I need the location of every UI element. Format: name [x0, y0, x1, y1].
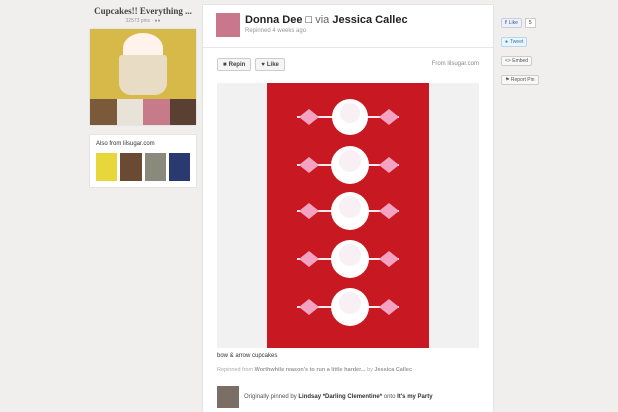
twitter-icon: ●: [505, 39, 509, 45]
pinner-line: Donna Dee □ via Jessica Callec: [245, 14, 408, 26]
pinner-name[interactable]: Donna Dee □: [245, 14, 312, 26]
repinned-from-user[interactable]: Jessica Callec: [374, 367, 412, 373]
also-from-thumbnails: [96, 153, 190, 181]
pin-icon: ■: [223, 61, 227, 68]
board-thumbnail[interactable]: [90, 99, 117, 125]
embed-button[interactable]: <> Embed: [501, 56, 533, 66]
pin-caption: bow & arrow cupcakes: [217, 353, 278, 359]
like-count: 5: [524, 18, 536, 28]
cupcake-arrow: [297, 240, 399, 278]
originally-pinned-text: Originally pinned by Lindsay *Darling Cl…: [244, 394, 433, 400]
board-title[interactable]: Cupcakes!! Everything ...: [90, 6, 196, 16]
embed-row: <> Embed: [501, 56, 539, 66]
via-label: via: [315, 14, 330, 26]
also-thumbnail[interactable]: [144, 153, 166, 181]
original-board-name[interactable]: It's my Party: [397, 394, 432, 400]
cupcake-arrow: [297, 146, 399, 184]
social-actions: f Like 5 ● Tweet <> Embed ⚑ Report Pin: [501, 18, 539, 94]
flag-icon: ⚑: [505, 77, 510, 83]
user-group-icon: ●●: [154, 18, 161, 24]
cupcake-arrows-illustration: [297, 99, 399, 326]
heart-icon: ♥: [261, 61, 265, 68]
board-thumbnails: [90, 99, 196, 125]
repinned-from: Repinned from Worthwhile reason's to run…: [217, 367, 413, 373]
pin-photo: [267, 83, 429, 348]
board-meta: 32573 pins · ●●: [125, 18, 161, 24]
cupcake-arrow: [297, 288, 399, 326]
originally-pinned: Originally pinned by Lindsay *Darling Cl…: [217, 386, 433, 408]
board-thumbnail[interactable]: [116, 99, 143, 125]
pin-header: Donna Dee □ via Jessica Callec Repinned …: [203, 5, 493, 48]
also-thumbnail[interactable]: [168, 153, 190, 181]
facebook-like-button[interactable]: f Like: [501, 18, 522, 28]
pin-actions: ■ Repin ♥ Like: [217, 58, 285, 71]
report-pin-button[interactable]: ⚑ Report Pin: [501, 75, 539, 85]
facebook-like-row: f Like 5: [501, 18, 539, 28]
also-from-title: Also from lilsugar.com: [96, 141, 155, 147]
repinned-time: Repinned 4 weeks ago: [245, 28, 307, 34]
pin-card: Donna Dee □ via Jessica Callec Repinned …: [203, 5, 493, 412]
pin-image[interactable]: [217, 83, 479, 348]
board-thumbnail[interactable]: [143, 99, 170, 125]
avatar[interactable]: [216, 13, 240, 37]
repin-button[interactable]: ■ Repin: [217, 58, 252, 71]
original-pinner-avatar[interactable]: [217, 386, 239, 408]
source-link[interactable]: From lilsugar.com: [432, 61, 479, 67]
board-thumbnail[interactable]: [169, 99, 196, 125]
cupcake-wrapper-shape: [119, 55, 167, 95]
board-cover-image[interactable]: [90, 29, 196, 99]
also-thumbnail[interactable]: [96, 153, 118, 181]
like-button[interactable]: ♥ Like: [255, 58, 285, 71]
cupcake-arrow: [297, 99, 399, 135]
tweet-button[interactable]: ● Tweet: [501, 37, 528, 47]
original-pinner-name[interactable]: Lindsay *Darling Clementine*: [298, 394, 382, 400]
report-row: ⚑ Report Pin: [501, 75, 539, 85]
also-from-panel: Also from lilsugar.com: [90, 135, 196, 187]
repinned-from-board[interactable]: Worthwhile reason's to run a little hard…: [255, 367, 366, 373]
board-sidebar: Cupcakes!! Everything ... 32573 pins · ●…: [90, 5, 196, 187]
board-preview[interactable]: [90, 29, 196, 125]
tweet-row: ● Tweet: [501, 37, 539, 47]
cupcake-arrow: [297, 192, 399, 230]
via-user[interactable]: Jessica Callec: [332, 14, 407, 26]
also-thumbnail[interactable]: [120, 153, 142, 181]
facebook-icon: f: [505, 20, 507, 26]
